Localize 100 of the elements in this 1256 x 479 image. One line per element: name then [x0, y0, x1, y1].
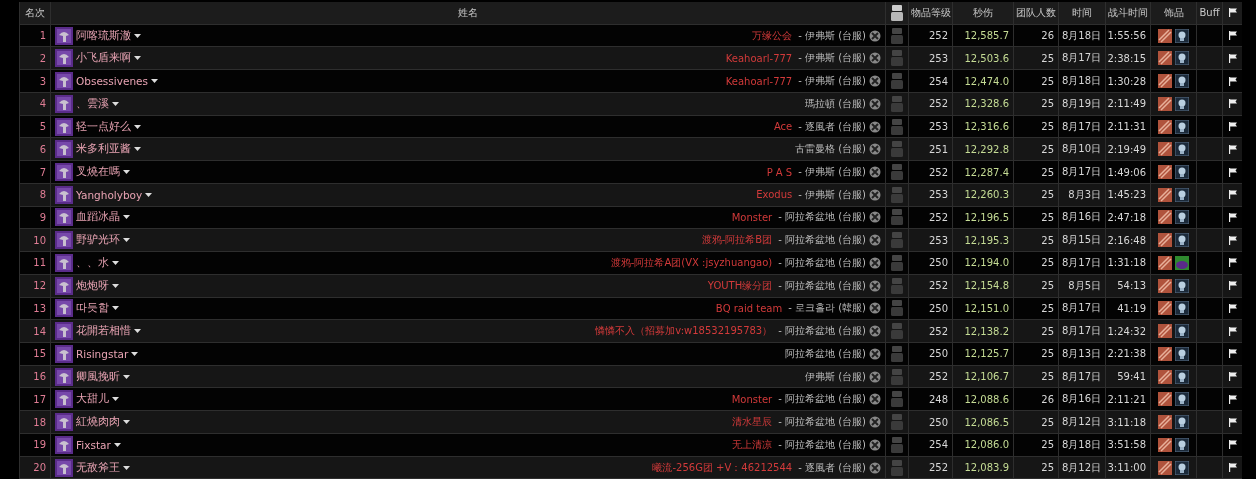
column-header[interactable]: 物品等级	[910, 5, 951, 20]
trinket-icon[interactable]	[1175, 460, 1189, 475]
caret-icon[interactable]	[123, 465, 130, 470]
caret-icon[interactable]	[123, 374, 130, 379]
player-name[interactable]: 花開若相惜	[76, 324, 131, 339]
player-name[interactable]: 卿風挽昕	[76, 369, 120, 384]
column-header[interactable]: 时间	[1072, 5, 1092, 20]
column-header[interactable]: 名次	[25, 5, 45, 20]
flag-icon[interactable]	[1228, 372, 1237, 382]
player-name[interactable]: 阿喀琉斯澈	[76, 28, 131, 43]
guild-name[interactable]: Keahoarl-777	[725, 75, 793, 87]
flag-icon[interactable]	[1228, 144, 1237, 154]
caret-icon[interactable]	[123, 420, 130, 425]
trinket-icon[interactable]	[1158, 142, 1172, 157]
trinket-icon[interactable]	[1175, 142, 1189, 157]
trinket-icon[interactable]	[1175, 301, 1189, 316]
caret-icon[interactable]	[112, 101, 119, 106]
player-name[interactable]: 炮炮呀	[76, 278, 109, 293]
caret-icon[interactable]	[123, 170, 130, 174]
trinket-icon[interactable]	[1158, 392, 1172, 407]
guild-name[interactable]: YOUTH缘分团	[707, 278, 773, 293]
trinket-icon[interactable]	[1158, 74, 1172, 89]
guild-name[interactable]: 无上清凉	[732, 437, 773, 452]
flag-icon[interactable]	[1228, 122, 1237, 132]
trinket-icon[interactable]	[1158, 369, 1172, 384]
trinket-icon[interactable]	[1175, 233, 1189, 248]
guild-name[interactable]: 万缘公会	[752, 28, 793, 43]
player-name[interactable]: 紅燒肉肉	[76, 415, 120, 430]
caret-icon[interactable]	[112, 283, 119, 288]
guild-name[interactable]: 憐憐不入（招募加v:w18532195783）	[595, 324, 773, 339]
flag-icon[interactable]	[1228, 303, 1237, 313]
trinket-icon[interactable]	[1158, 324, 1172, 339]
player-name[interactable]: 血蹈冰晶	[76, 210, 120, 225]
column-header[interactable]: 战斗时间	[1108, 5, 1148, 20]
trinket-icon[interactable]	[1175, 96, 1189, 111]
trinket-icon[interactable]	[1158, 278, 1172, 293]
trinket-icon[interactable]	[1175, 119, 1189, 134]
caret-icon[interactable]	[113, 442, 121, 447]
flag-icon[interactable]	[1228, 53, 1237, 63]
player-name[interactable]: 轻一点好么	[76, 119, 131, 134]
trinket-icon[interactable]	[1175, 437, 1189, 452]
trinket-icon[interactable]	[1158, 51, 1172, 66]
trinket-icon[interactable]	[1175, 369, 1189, 384]
player-name[interactable]: 、、水	[76, 255, 109, 270]
flag-icon[interactable]	[1228, 258, 1237, 268]
trinket-icon[interactable]	[1158, 233, 1172, 248]
guild-name[interactable]: 清水星辰	[732, 415, 773, 430]
column-header[interactable]: 姓名	[458, 5, 478, 20]
trinket-icon[interactable]	[1158, 255, 1172, 270]
flag-icon[interactable]	[1228, 349, 1237, 359]
trinket-icon[interactable]	[1158, 210, 1172, 225]
player-name[interactable]: 、雲溪	[76, 96, 109, 111]
trinket-icon[interactable]	[1175, 392, 1189, 407]
column-header[interactable]: Buff	[1199, 7, 1220, 19]
trinket-icon[interactable]	[1158, 460, 1172, 475]
guild-name[interactable]: P A S	[766, 166, 793, 178]
flag-icon[interactable]	[1228, 326, 1237, 336]
trinket-icon[interactable]	[1175, 187, 1189, 202]
caret-icon[interactable]	[134, 33, 141, 38]
caret-icon[interactable]	[112, 397, 119, 402]
caret-icon[interactable]	[112, 260, 119, 265]
flag-icon[interactable]	[1228, 463, 1237, 473]
flag-icon[interactable]	[1228, 394, 1237, 404]
player-name[interactable]: Obsessivenes	[76, 75, 148, 88]
player-name[interactable]: 따듯함	[76, 301, 109, 316]
guild-name[interactable]: 渡鸦-阿拉希A团(VX :jsyzhuangao)	[610, 255, 773, 270]
trinket-icon[interactable]	[1158, 28, 1172, 43]
flag-icon[interactable]	[1228, 167, 1237, 177]
player-name[interactable]: 小飞盾来啊	[76, 51, 131, 66]
guild-name[interactable]: Ace	[773, 121, 793, 133]
trinket-icon[interactable]	[1175, 415, 1189, 430]
guild-name[interactable]: Keahoarl-777	[725, 52, 793, 64]
flag-icon[interactable]	[1228, 212, 1237, 222]
flag-icon[interactable]	[1228, 281, 1237, 291]
trinket-icon[interactable]	[1175, 74, 1189, 89]
column-header[interactable]: 秒伤	[973, 5, 993, 20]
player-name[interactable]: 大甜儿	[76, 392, 109, 407]
flag-icon[interactable]	[1228, 76, 1237, 86]
guild-name[interactable]: 渡鸦-阿拉希B团	[701, 233, 773, 248]
flag-icon[interactable]	[1228, 417, 1237, 427]
caret-icon[interactable]	[123, 215, 130, 220]
trinket-icon[interactable]	[1175, 324, 1189, 339]
flag-icon[interactable]	[1228, 235, 1237, 245]
flag-icon[interactable]	[1228, 99, 1237, 109]
caret-icon[interactable]	[123, 238, 130, 243]
guild-name[interactable]: 曦流-256G团 +V：46212544	[652, 460, 793, 475]
flag-icon[interactable]	[1228, 31, 1237, 41]
player-name[interactable]: Yangholyboy	[76, 188, 143, 201]
trinket-icon[interactable]	[1158, 187, 1172, 202]
player-name[interactable]: 无敌斧王	[76, 460, 120, 475]
trinket-icon[interactable]	[1175, 51, 1189, 66]
player-name[interactable]: 叉燒在嗎	[76, 165, 120, 179]
caret-icon[interactable]	[134, 56, 141, 61]
trinket-icon[interactable]	[1175, 165, 1189, 179]
caret-icon[interactable]	[112, 306, 119, 311]
trinket-icon[interactable]	[1158, 96, 1172, 111]
trinket-icon[interactable]	[1175, 278, 1189, 293]
player-name[interactable]: 米多利亚酱	[76, 142, 131, 157]
flag-icon[interactable]	[1228, 440, 1237, 450]
player-name[interactable]: Risingstar	[76, 347, 129, 360]
